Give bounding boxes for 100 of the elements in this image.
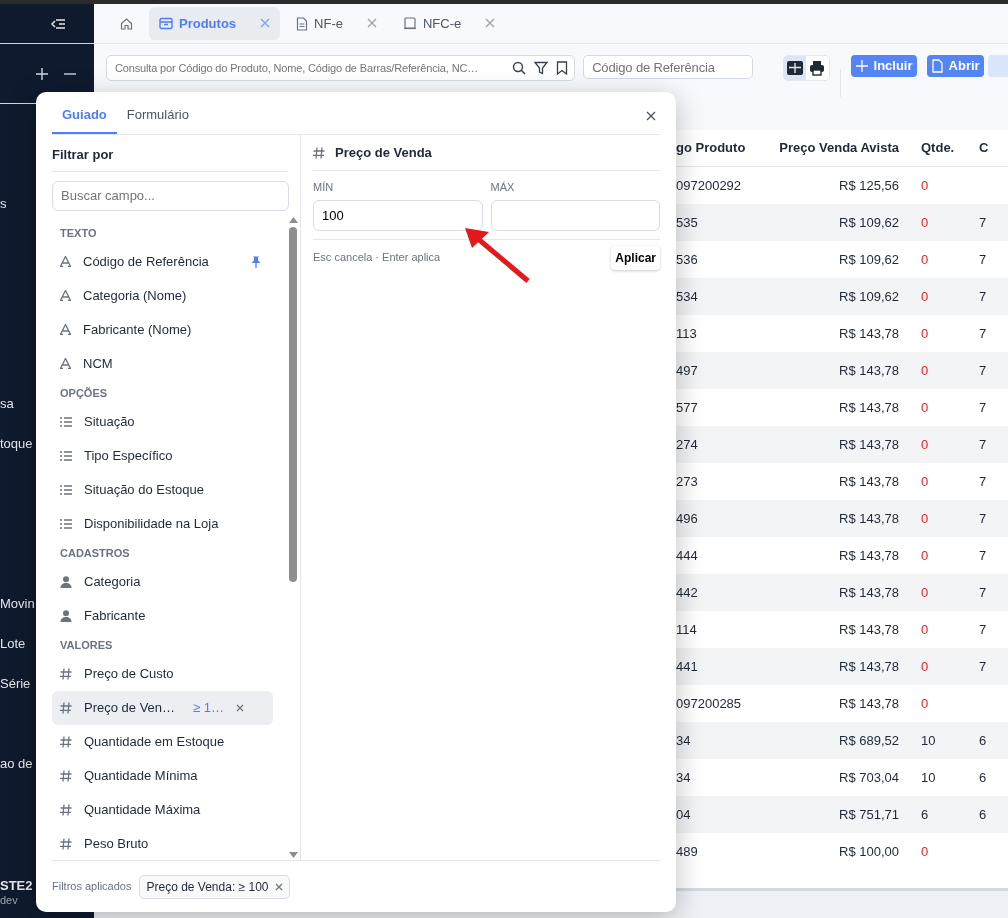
filter-chip[interactable]: Preço de Venda: ≥ 100 bbox=[139, 874, 290, 899]
table-cell: 7 bbox=[979, 426, 1008, 463]
table-cell-text: 114 bbox=[676, 620, 698, 639]
group-heading: TEXTO bbox=[59, 225, 98, 241]
field-item[interactable]: Quantidade em Estoque bbox=[52, 724, 273, 759]
user-name: STE2 bbox=[0, 878, 33, 895]
zoom-in-icon[interactable] bbox=[36, 67, 48, 80]
hash-icon bbox=[313, 146, 325, 159]
table-cell-text: 7 bbox=[979, 398, 988, 417]
field-item[interactable]: Situação bbox=[52, 404, 273, 439]
hash-icon bbox=[60, 837, 72, 850]
table-cell-text: 113 bbox=[676, 324, 698, 343]
field-item[interactable]: Peso Bruto bbox=[52, 826, 273, 860]
table-cell-text: 097200285 bbox=[676, 694, 743, 713]
apply-button[interactable]: Aplicar bbox=[611, 245, 660, 270]
field-item[interactable]: Tipo Específico bbox=[52, 438, 273, 473]
table-cell: 04 bbox=[676, 796, 770, 833]
text-type-icon bbox=[60, 358, 71, 369]
table-cell: 7 bbox=[979, 648, 1008, 685]
field-item[interactable]: Fabricante bbox=[52, 598, 273, 633]
tab[interactable]: NF-e bbox=[286, 7, 387, 40]
table-cell-text: 7 bbox=[979, 546, 988, 565]
pin-icon[interactable] bbox=[251, 255, 261, 268]
editor-title: Preço de Venda bbox=[335, 143, 432, 162]
grid-view-button[interactable] bbox=[784, 56, 807, 80]
column-header[interactable]: Qtde. bbox=[899, 130, 979, 167]
plus-icon bbox=[855, 60, 868, 72]
table-cell-text: 6 bbox=[979, 768, 988, 787]
list-icon bbox=[60, 518, 72, 529]
filter-icon[interactable] bbox=[534, 61, 549, 75]
table-cell: 497 bbox=[676, 352, 770, 389]
field-item[interactable]: Preço de Ven… ≥ 1… bbox=[52, 690, 273, 725]
table-cell-text: R$ 143,78 bbox=[838, 546, 899, 565]
table-cell: R$ 143,78 bbox=[770, 500, 899, 537]
table-cell: R$ 143,78 bbox=[770, 574, 899, 611]
field-item[interactable]: Código de Referência bbox=[52, 244, 273, 279]
scrollbar[interactable] bbox=[286, 216, 300, 860]
remove-icon[interactable] bbox=[274, 882, 283, 891]
table-cell-text: R$ 143,78 bbox=[838, 398, 899, 417]
field-item[interactable]: Quantidade Mínima bbox=[52, 758, 273, 793]
table-cell-text: 0 bbox=[920, 250, 930, 269]
text-type-icon bbox=[60, 324, 71, 335]
table-cell-text: 7 bbox=[979, 620, 988, 639]
field-item[interactable]: Quantidade Máxima bbox=[52, 792, 273, 827]
table-cell-text: 7 bbox=[979, 472, 988, 491]
table-cell-text: R$ 125,56 bbox=[838, 176, 899, 195]
table-cell: 7 bbox=[979, 500, 1008, 537]
table-cell: 442 bbox=[676, 574, 770, 611]
table-cell-text: 0 bbox=[920, 176, 930, 195]
table-cell-text: 10 bbox=[920, 768, 937, 787]
table-cell: 34 bbox=[676, 722, 770, 759]
field-item[interactable]: Categoria (Nome) bbox=[52, 278, 273, 313]
receipt-icon bbox=[402, 17, 417, 30]
scroll-up-icon[interactable] bbox=[288, 216, 298, 223]
open-button[interactable]: Abrir bbox=[926, 55, 984, 77]
search-bar[interactable]: Consulta por Código do Produto, Nome, Código de Barras/Referência, NC… bbox=[106, 55, 576, 81]
add-button[interactable]: Incluir bbox=[850, 55, 917, 77]
field-item[interactable]: Situação do Estoque bbox=[52, 472, 273, 507]
field-item[interactable]: Disponibilidade na Loja bbox=[52, 506, 273, 541]
person-icon bbox=[60, 575, 72, 588]
table-cell-text: R$ 143,78 bbox=[838, 324, 899, 343]
table-cell: 0 bbox=[899, 500, 979, 537]
collapse-menu-icon[interactable] bbox=[50, 16, 66, 31]
remove-icon[interactable] bbox=[236, 703, 245, 712]
table-cell-text: 0 bbox=[920, 694, 930, 713]
field-label: Preço de Ven… bbox=[84, 698, 176, 717]
text-type-icon bbox=[60, 290, 71, 301]
table-cell: 441 bbox=[676, 648, 770, 685]
field-item[interactable]: Fabricante (Nome) bbox=[52, 312, 273, 347]
field-search[interactable]: Buscar campo... bbox=[52, 180, 289, 211]
search-icon[interactable] bbox=[512, 61, 527, 75]
table-cell-text: 0 bbox=[920, 324, 930, 343]
table-cell: 534 bbox=[676, 278, 770, 315]
column-header[interactable]: C bbox=[979, 130, 1008, 167]
min-field[interactable]: 100 bbox=[313, 199, 483, 231]
tab[interactable]: NFC-e bbox=[392, 7, 506, 40]
document-icon bbox=[296, 16, 309, 31]
search-field[interactable]: Consulta por Código do Produto, Nome, Código de Barras/Referência, NC… bbox=[115, 59, 505, 77]
tab[interactable]: Formulário bbox=[116, 104, 199, 134]
field-item[interactable]: NCM bbox=[52, 346, 273, 381]
table-cell: 274 bbox=[676, 426, 770, 463]
table-cell-text: 0 bbox=[920, 620, 930, 639]
table-cell: R$ 109,62 bbox=[770, 204, 899, 241]
home-icon[interactable] bbox=[120, 17, 133, 30]
field-item[interactable]: Preço de Custo bbox=[52, 656, 273, 691]
close-icon bbox=[260, 18, 271, 28]
scroll-down-icon[interactable] bbox=[288, 852, 298, 858]
max-field[interactable] bbox=[490, 199, 660, 231]
list-icon bbox=[60, 450, 72, 461]
table-cell-text: 489 bbox=[676, 842, 699, 861]
table-cell-text: R$ 143,78 bbox=[838, 472, 899, 491]
bookmark-icon[interactable] bbox=[556, 61, 569, 75]
reference-field[interactable]: Código de Referência bbox=[583, 55, 754, 79]
table-cell-text: 444 bbox=[676, 546, 699, 565]
field-item[interactable]: Categoria bbox=[52, 564, 273, 599]
tab[interactable]: Guiado bbox=[52, 104, 117, 134]
hash-icon bbox=[60, 701, 72, 714]
close-icon[interactable] bbox=[646, 110, 656, 121]
field-label: MÍN bbox=[313, 180, 335, 195]
column-header[interactable]: Preço Venda Avista bbox=[770, 130, 899, 167]
